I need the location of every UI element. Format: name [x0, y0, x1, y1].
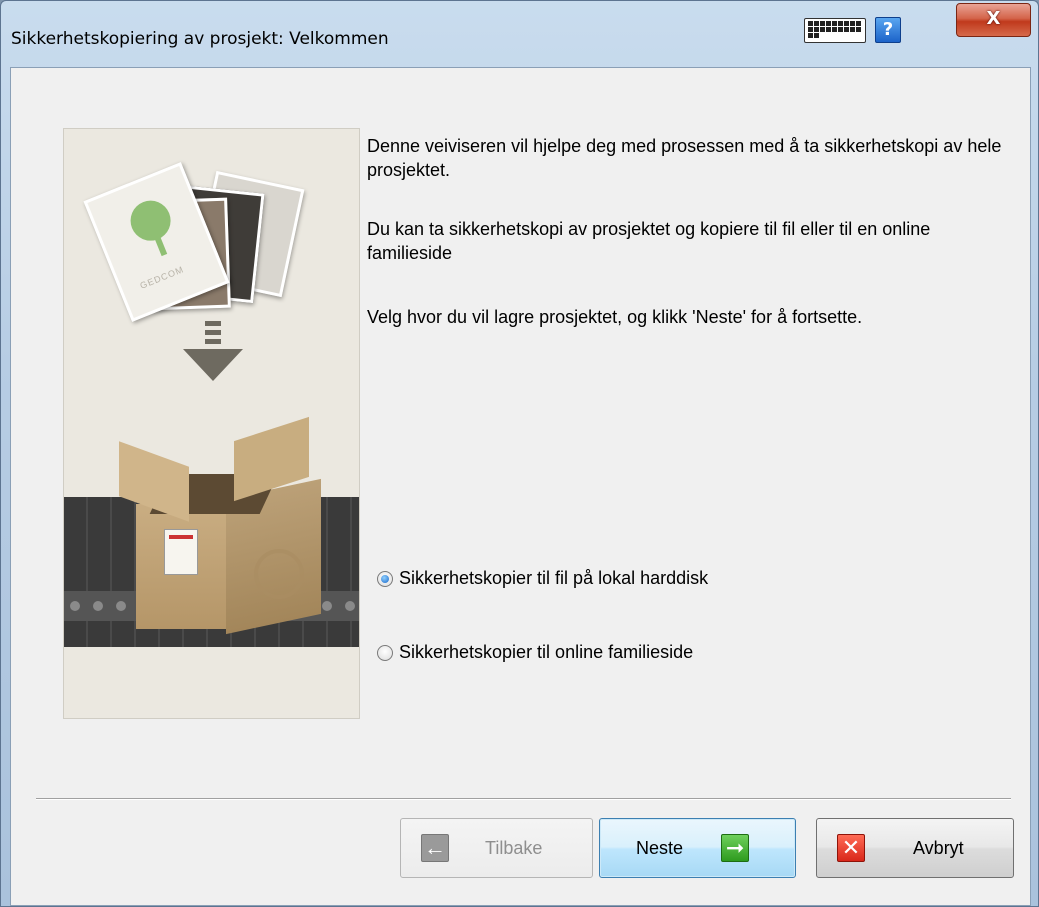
next-button-label: Neste — [636, 837, 684, 858]
next-button[interactable]: Neste ➞ — [599, 818, 796, 878]
cancel-x-icon: ✕ — [837, 834, 865, 862]
wizard-body: GEDCOM Denne veiviseren vil hjelpe deg m… — [10, 67, 1031, 906]
down-arrow-icon — [183, 349, 243, 381]
back-button-label: Tilbake — [485, 837, 543, 858]
back-arrow-icon: ← — [421, 834, 449, 862]
box-stamp — [254, 549, 304, 599]
keyboard-icon[interactable] — [804, 18, 866, 43]
box-label — [164, 529, 198, 575]
arrow-bar-2 — [205, 330, 221, 335]
intro-paragraph-2: Du kan ta sikkerhetskopi av prosjektet o… — [367, 219, 931, 263]
intro-paragraph-1: Denne veiviseren vil hjelpe deg med pros… — [367, 136, 1002, 180]
option-local-disk-label: Sikkerhetskopier til fil på lokal harddi… — [399, 568, 709, 588]
backup-wizard-window: Sikkerhetskopiering av prosjekt: Velkomm… — [0, 0, 1039, 907]
footer-separator — [36, 798, 1011, 800]
option-online-site[interactable]: Sikkerhetskopier til online familieside — [377, 642, 693, 663]
radio-online-site[interactable] — [377, 644, 393, 661]
arrow-bar-3 — [205, 339, 221, 344]
help-button[interactable]: ? — [875, 17, 901, 43]
close-button[interactable]: X — [956, 3, 1031, 37]
tree-icon — [124, 194, 177, 247]
cancel-button[interactable]: ✕ Avbryt — [816, 818, 1014, 878]
option-online-site-label: Sikkerhetskopier til online familieside — [399, 642, 694, 662]
radio-local-disk[interactable] — [377, 570, 393, 587]
option-local-disk[interactable]: Sikkerhetskopier til fil på lokal harddi… — [377, 568, 708, 589]
cancel-button-label: Avbryt — [913, 837, 964, 858]
backup-illustration: GEDCOM — [63, 128, 360, 719]
intro-paragraph-3: Velg hvor du vil lagre prosjektet, og kl… — [367, 307, 863, 327]
tree-trunk — [153, 233, 168, 257]
arrow-bar-1 — [205, 321, 221, 326]
back-button[interactable]: ← Tilbake — [400, 818, 593, 878]
next-arrow-icon: ➞ — [721, 834, 750, 862]
window-title: Sikkerhetskopiering av prosjekt: Velkomm… — [11, 29, 389, 49]
title-bar[interactable]: Sikkerhetskopiering av prosjekt: Velkomm… — [1, 1, 1038, 67]
gedcom-label: GEDCOM — [138, 264, 186, 291]
